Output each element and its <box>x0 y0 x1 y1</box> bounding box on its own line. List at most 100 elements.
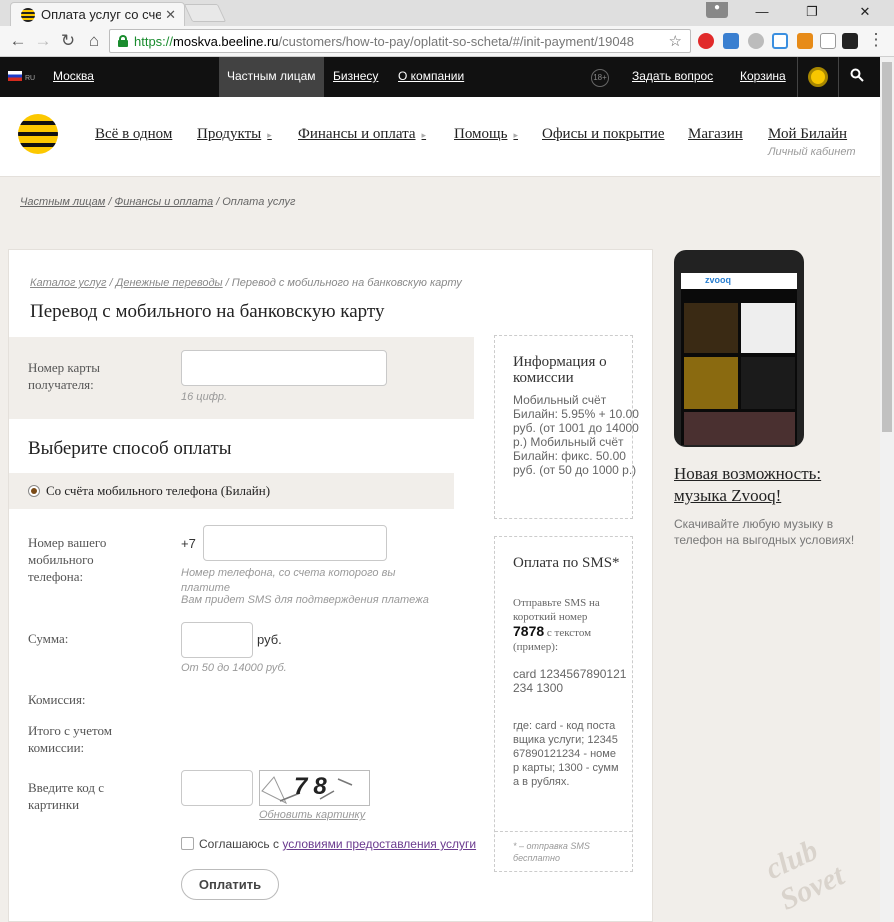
ask-question-link[interactable]: Задать вопрос <box>632 69 713 83</box>
my-beeline-subtitle: Личный кабинет <box>768 146 856 158</box>
browser-tab-title: Оплата услуг со сче <box>41 7 161 22</box>
site-header: Всё в одном Продукты ▸ Финансы и оплата ▸ … <box>0 97 880 177</box>
bonus-coin-icon[interactable] <box>808 67 828 87</box>
scrollbar-thumb[interactable] <box>882 62 892 432</box>
nav-help-label: Помощь <box>454 126 508 142</box>
nav-shop[interactable]: Магазин <box>688 126 743 143</box>
sms-number: 7878 <box>513 623 545 639</box>
back-icon[interactable]: ← <box>8 31 28 51</box>
agree-checkbox[interactable] <box>181 837 194 850</box>
album-cover <box>741 357 795 409</box>
forward-icon[interactable]: → <box>33 31 53 51</box>
home-icon[interactable]: ⌂ <box>84 31 104 51</box>
commission-info-text: Мобильный счёт Билайн: 5.95% + 10.00 руб… <box>513 393 639 477</box>
maximize-button[interactable]: ❐ <box>803 4 821 20</box>
extension-icon[interactable] <box>748 33 764 49</box>
sms-footnote: * – отправка SMS бесплатно <box>513 841 590 863</box>
russia-flag-icon <box>8 71 22 81</box>
bookmark-star-icon[interactable]: ☆ <box>669 32 682 50</box>
reload-icon[interactable]: ↻ <box>58 31 78 51</box>
sms-payment-box: Оплата по SMS* Отправьте SMS на короткий… <box>494 536 633 872</box>
album-cover <box>684 412 795 445</box>
phone-input[interactable] <box>203 525 387 561</box>
tab-about[interactable]: О компании <box>398 69 464 83</box>
url-host: moskva.beeline.ru <box>173 33 279 49</box>
extension-icon[interactable] <box>820 33 836 49</box>
nav-products-label: Продукты <box>197 126 262 142</box>
divider <box>495 831 632 832</box>
sms-title: Оплата по SMS* <box>513 555 620 571</box>
phone-label: Номер вашего мобильного телефона: <box>28 535 107 584</box>
beeline-favicon-icon <box>21 7 35 22</box>
extension-icon[interactable] <box>772 33 788 49</box>
divider <box>797 57 798 97</box>
beeline-logo[interactable] <box>18 114 58 154</box>
sms-example: card 1234567890121234 1300 <box>513 667 627 695</box>
breadcrumb: Частным лицам / Финансы и оплата / Оплат… <box>20 196 296 208</box>
region-code: RU <box>25 75 36 82</box>
zvooq-app-name: zvooq <box>681 273 797 289</box>
captcha-label: Введите код с картинки <box>28 780 105 812</box>
breadcrumb-finance[interactable]: Финансы и оплата <box>115 196 214 208</box>
extension-icon[interactable] <box>842 33 858 49</box>
caret-icon: ▸ <box>421 130 427 140</box>
sms-intro: Отправьте SMS на короткий номер <box>513 597 600 623</box>
tab-close-icon[interactable]: ✕ <box>165 7 176 23</box>
sms-explanation: где: card - код поставщика услуги; 12345… <box>513 720 619 788</box>
yandex-extension-icon[interactable] <box>698 33 714 49</box>
search-icon[interactable] <box>850 68 864 82</box>
sum-currency: руб. <box>257 632 282 647</box>
lock-icon <box>118 35 128 47</box>
sum-input[interactable] <box>181 622 253 658</box>
captcha-image: 78 <box>259 770 370 806</box>
card-number-hint: 16 цифр. <box>181 391 228 403</box>
city-link[interactable]: Москва <box>53 69 94 83</box>
nav-all-in-one[interactable]: Всё в одном <box>95 126 172 143</box>
sms-hint: Вам придет SMS для подтверждения платежа <box>181 594 429 606</box>
crumb-transfers[interactable]: Денежные переводы <box>116 277 223 289</box>
ad-text: Скачивайте любую музыку в телефон на выг… <box>674 517 855 547</box>
captcha-text: 78 <box>294 773 333 800</box>
card-number-input[interactable] <box>181 350 387 386</box>
watermark-logo: club Sovet <box>760 833 850 917</box>
address-bar[interactable]: https:// moskva.beeline.ru /customers/ho… <box>109 29 691 53</box>
pay-button[interactable]: Оплатить <box>181 869 279 900</box>
phone-prefix: +7 <box>181 536 196 551</box>
tab-private-clients[interactable]: Частным лицам <box>227 69 316 83</box>
browser-tab[interactable]: Оплата услуг со сче ✕ <box>10 2 185 26</box>
age-rating-badge: 18+ <box>591 69 609 87</box>
card-number-label: Номер карты получателя: <box>28 360 101 392</box>
refresh-captcha-link[interactable]: Обновить картинку <box>259 808 365 823</box>
crumb-current: Перевод с мобильного на банковскую карту <box>231 277 462 289</box>
sum-hint: От 50 до 14000 руб. <box>181 662 287 674</box>
phone-screen: zvooq <box>681 273 797 445</box>
caret-icon: ▸ <box>513 130 518 140</box>
breadcrumb-private[interactable]: Частным лицам <box>20 196 105 208</box>
nav-offices[interactable]: Офисы и покрытие <box>542 126 664 143</box>
extension-icon[interactable] <box>723 33 739 49</box>
caret-icon: ▸ <box>267 130 272 140</box>
ad-title-link[interactable]: Новая возможность: музыка Zvooq! <box>674 463 874 507</box>
captcha-input[interactable] <box>181 770 253 806</box>
cart-link[interactable]: Корзина <box>740 69 786 83</box>
crumb-catalog[interactable]: Каталог услуг <box>30 277 106 289</box>
payment-method-radio[interactable] <box>28 485 40 497</box>
album-cover <box>684 357 738 409</box>
profile-icon[interactable]: ● <box>706 2 728 18</box>
nav-my-beeline[interactable]: Мой Билайн <box>768 126 847 143</box>
payment-method-label: Со счёта мобильного телефона (Билайн) <box>46 483 271 498</box>
nav-products[interactable]: Продукты ▸ <box>197 126 272 143</box>
terms-link[interactable]: условиями предоставления услуги <box>282 837 476 851</box>
tab-business[interactable]: Бизнесу <box>333 69 378 83</box>
window-close-button[interactable]: ✕ <box>856 4 874 20</box>
minimize-button[interactable]: — <box>753 4 771 20</box>
nav-help[interactable]: Помощь ▸ <box>454 126 518 143</box>
extension-icon[interactable] <box>797 33 813 49</box>
menu-icon[interactable]: ⋮ <box>866 30 886 50</box>
nav-finance[interactable]: Финансы и оплата ▸ <box>298 126 426 143</box>
payment-method-title: Выберите способ оплаты <box>28 438 232 459</box>
browser-toolbar: ← → ↻ ⌂ https:// moskva.beeline.ru /cust… <box>0 26 894 57</box>
commission-info-title: Информация о комиссии <box>513 354 607 386</box>
sum-label: Сумма: <box>28 631 69 646</box>
agree-prefix: Соглашаюсь с <box>199 837 280 851</box>
